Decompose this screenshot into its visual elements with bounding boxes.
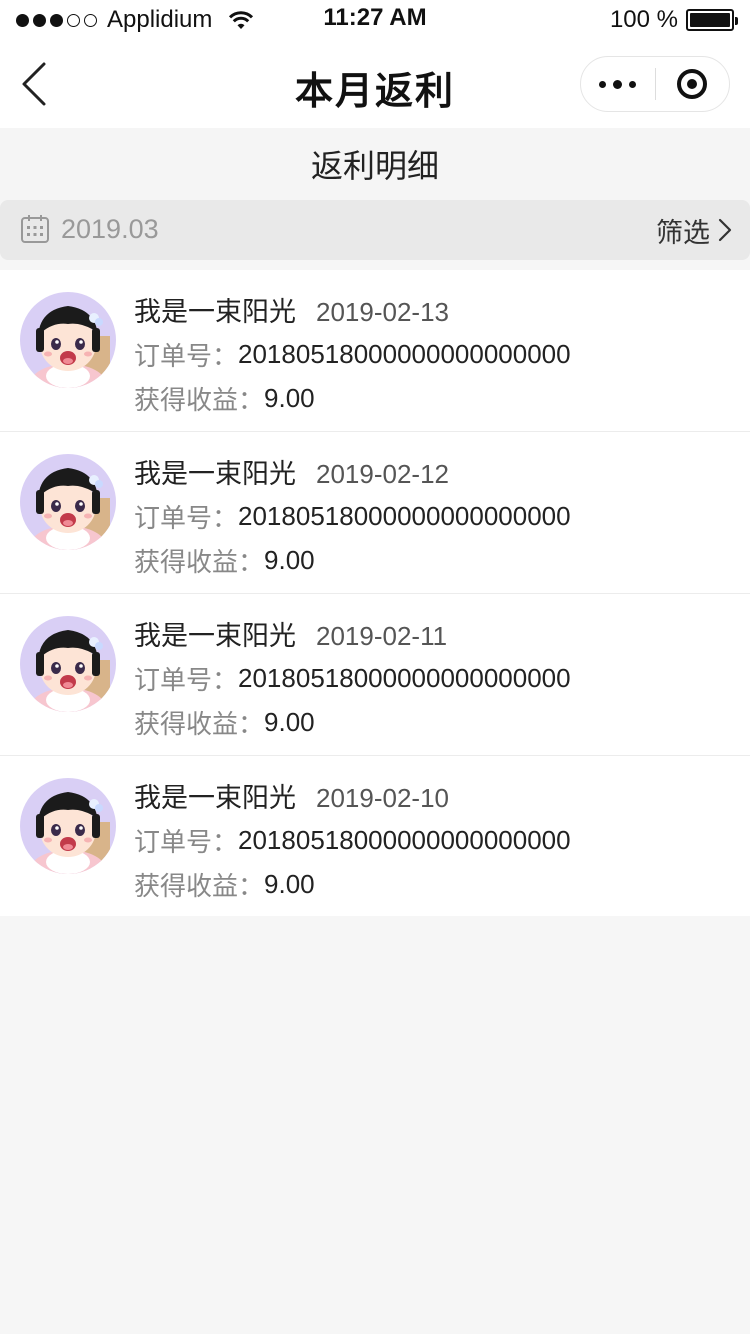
avatar — [20, 454, 116, 550]
nav-bar: 本月返利 — [0, 40, 750, 128]
avatar-image — [20, 454, 116, 550]
selected-month[interactable]: 2019.03 — [61, 214, 159, 245]
avatar-image — [20, 778, 116, 874]
income-label: 获得收益： — [134, 546, 265, 577]
record-info: 我是一束阳光 2019-02-13 订单号： 20180518000000000… — [134, 290, 571, 420]
list-item[interactable]: 我是一束阳光 2019-02-10 订单号： 20180518000000000… — [0, 756, 750, 916]
order-number-label: 订单号： — [134, 664, 239, 695]
income-label: 获得收益： — [134, 384, 265, 415]
order-number-row: 订单号： 20180518000000000000000 — [134, 656, 571, 700]
more-dot-icon — [599, 80, 607, 88]
calendar-icon[interactable] — [20, 214, 50, 244]
target-icon — [677, 69, 708, 99]
month-filter-bar: 2019.03 筛选 — [0, 200, 750, 260]
close-button[interactable] — [656, 56, 730, 112]
avatar — [20, 292, 116, 388]
avatar-image — [20, 292, 116, 388]
income-row: 获得收益： 9.00 — [134, 538, 571, 582]
more-button[interactable] — [581, 56, 655, 112]
income-row: 获得收益： 9.00 — [134, 376, 571, 420]
filter-label: 筛选 — [656, 217, 710, 248]
battery-icon — [686, 9, 738, 31]
rebate-record-list: 我是一束阳光 2019-02-13 订单号： 20180518000000000… — [0, 270, 750, 916]
more-dot-icon — [629, 80, 637, 88]
more-dot-icon — [613, 79, 623, 89]
income-row: 获得收益： 9.00 — [134, 862, 571, 906]
list-item[interactable]: 我是一束阳光 2019-02-11 订单号： 20180518000000000… — [0, 594, 750, 756]
order-number: 20180518000000000000000 — [238, 662, 571, 693]
income-row: 获得收益： 9.00 — [134, 700, 571, 744]
record-date: 2019-02-12 — [316, 459, 449, 489]
order-number-label: 订单号： — [134, 826, 239, 857]
avatar-image — [20, 616, 116, 712]
list-item[interactable]: 我是一束阳光 2019-02-12 订单号： 20180518000000000… — [0, 432, 750, 594]
record-info: 我是一束阳光 2019-02-12 订单号： 20180518000000000… — [134, 452, 571, 582]
record-info: 我是一束阳光 2019-02-10 订单号： 20180518000000000… — [134, 776, 571, 906]
filter-button[interactable]: 筛选 — [656, 208, 732, 252]
order-number: 20180518000000000000000 — [238, 338, 571, 369]
mini-program-capsule — [580, 56, 730, 112]
status-bar: Applidium 11:27 AM 100 % — [0, 0, 750, 40]
avatar — [20, 616, 116, 712]
order-number: 20180518000000000000000 — [238, 824, 571, 855]
user-name: 我是一束阳光 — [134, 297, 296, 327]
record-date: 2019-02-10 — [316, 783, 449, 813]
record-info: 我是一束阳光 2019-02-11 订单号： 20180518000000000… — [134, 614, 571, 744]
order-number-row: 订单号： 20180518000000000000000 — [134, 332, 571, 376]
section-title: 返利明细 — [0, 128, 750, 200]
record-date: 2019-02-13 — [316, 297, 449, 327]
income-amount: 9.00 — [264, 544, 315, 575]
order-number: 20180518000000000000000 — [238, 500, 571, 531]
income-amount: 9.00 — [264, 382, 315, 413]
battery-level — [690, 13, 730, 27]
order-number-label: 订单号： — [134, 340, 239, 371]
chevron-right-icon — [718, 218, 732, 242]
income-amount: 9.00 — [264, 868, 315, 899]
income-label: 获得收益： — [134, 870, 265, 901]
list-item[interactable]: 我是一束阳光 2019-02-13 订单号： 20180518000000000… — [0, 270, 750, 432]
avatar — [20, 778, 116, 874]
income-amount: 9.00 — [264, 706, 315, 737]
income-label: 获得收益： — [134, 708, 265, 739]
user-name: 我是一束阳光 — [134, 621, 296, 651]
record-date: 2019-02-11 — [316, 621, 448, 651]
order-number-row: 订单号： 20180518000000000000000 — [134, 818, 571, 862]
battery-percent: 100 % — [609, 6, 678, 33]
order-number-row: 订单号： 20180518000000000000000 — [134, 494, 571, 538]
battery-status: 100 % — [609, 0, 738, 40]
order-number-label: 订单号： — [134, 502, 239, 533]
user-name: 我是一束阳光 — [134, 783, 296, 813]
user-name: 我是一束阳光 — [134, 459, 296, 489]
